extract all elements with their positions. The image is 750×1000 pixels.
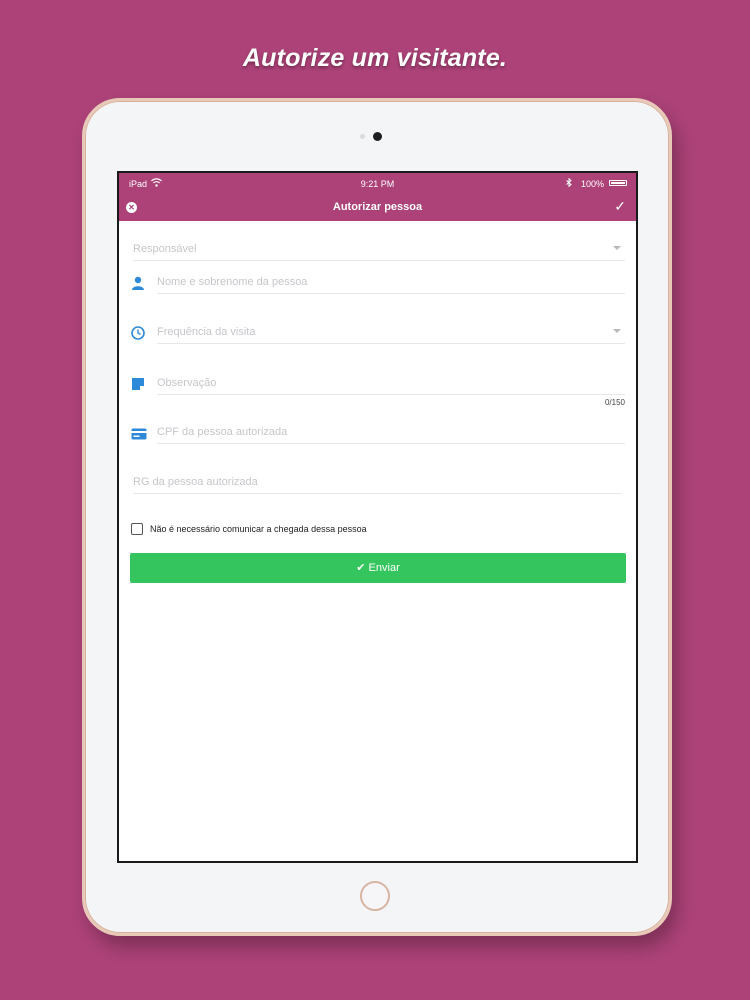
page-title: Autorizar pessoa bbox=[332, 201, 423, 213]
clock-icon bbox=[131, 326, 145, 340]
chevron-down-icon bbox=[613, 246, 621, 250]
camera bbox=[373, 132, 382, 141]
cpf-placeholder: CPF da pessoa autorizada bbox=[157, 426, 288, 438]
status-time: 9:21 PM bbox=[360, 179, 395, 189]
checkbox-label: Não é necessário comunicar a chegada des… bbox=[150, 524, 367, 534]
rg-placeholder: RG da pessoa autorizada bbox=[133, 476, 258, 488]
sensor bbox=[360, 134, 365, 139]
responsavel-placeholder: Responsável bbox=[133, 243, 197, 255]
frequencia-placeholder: Frequência da visita bbox=[157, 326, 256, 338]
battery-icon bbox=[609, 180, 627, 186]
nao-comunicar-checkbox[interactable] bbox=[131, 523, 143, 535]
status-bar: iPad 9:21 PM 100% bbox=[119, 173, 636, 193]
person-icon bbox=[131, 276, 145, 290]
app-screen: iPad 9:21 PM 100% ✕ Autorizar pessoa ✓ R… bbox=[117, 171, 638, 863]
rg-input[interactable]: RG da pessoa autorizada bbox=[133, 472, 621, 494]
headline: Autorize um visitante. bbox=[242, 44, 508, 72]
note-icon bbox=[131, 377, 145, 391]
chevron-down-icon bbox=[613, 329, 621, 333]
observacao-placeholder: Observação bbox=[157, 377, 217, 389]
battery-percent: 100% bbox=[580, 179, 604, 189]
card-icon bbox=[131, 427, 147, 441]
frequencia-select[interactable]: Frequência da visita bbox=[157, 322, 625, 344]
char-counter: 0/150 bbox=[604, 398, 625, 407]
checkmark-icon[interactable]: ✓ bbox=[614, 198, 626, 215]
nome-placeholder: Nome e sobrenome da pessoa bbox=[157, 276, 308, 288]
home-button[interactable] bbox=[360, 881, 390, 911]
bluetooth-icon bbox=[566, 177, 572, 189]
checkmark-icon: ✔ bbox=[356, 562, 366, 574]
send-label: Enviar bbox=[368, 562, 400, 574]
cpf-input[interactable]: CPF da pessoa autorizada bbox=[157, 422, 625, 444]
responsavel-select[interactable]: Responsável bbox=[133, 239, 625, 261]
nome-input[interactable]: Nome e sobrenome da pessoa bbox=[157, 272, 625, 294]
send-button[interactable]: ✔ Enviar bbox=[130, 553, 626, 583]
observacao-input[interactable]: Observação bbox=[157, 373, 625, 395]
nav-bar: ✕ Autorizar pessoa ✓ bbox=[119, 193, 636, 221]
